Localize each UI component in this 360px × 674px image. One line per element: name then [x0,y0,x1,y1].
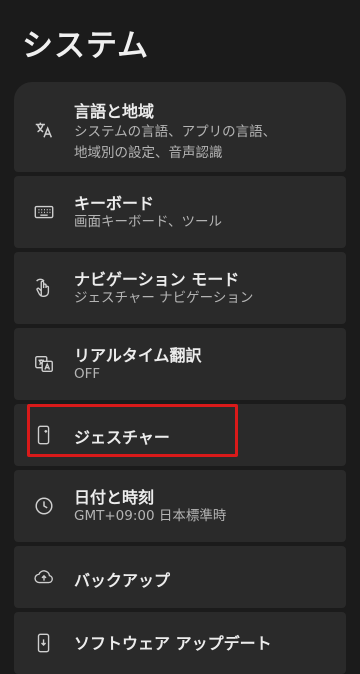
item-title: ソフトウェア アップデート [74,634,272,653]
item-title: 日付と時刻 [74,488,155,507]
item-title: リアルタイム翻訳 [74,346,202,365]
settings-item-date-time[interactable]: 日付と時刻 GMT+09:00 日本標準時 [14,470,346,542]
system-update-icon [32,631,56,655]
keyboard-icon [32,200,56,224]
settings-item-language-region[interactable]: 言語と地域 システムの言語、アプリの言語、 地域別の設定、音声認識 [14,82,346,172]
translate-icon [32,118,56,142]
settings-item-gestures[interactable]: ジェスチャー [14,404,346,466]
item-subtitle: ジェスチャー ナビゲーション [74,290,254,306]
item-subtitle: OFF [74,366,101,382]
phone-gesture-icon [32,423,56,447]
settings-item-software-update[interactable]: ソフトウェア アップデート [14,612,346,674]
item-subtitle: 画面キーボード、ツール [74,214,222,230]
item-title: ナビゲーション モード [74,270,240,289]
item-title: ジェスチャー [74,428,170,447]
settings-item-live-translate[interactable]: リアルタイム翻訳 OFF [14,328,346,400]
item-title: 言語と地域 [74,102,155,121]
page-title: システム [22,28,150,64]
clock-icon [32,494,56,518]
item-title: バックアップ [74,571,171,590]
gesture-hand-icon [32,276,56,300]
settings-item-navigation-mode[interactable]: ナビゲーション モード ジェスチャー ナビゲーション [14,252,346,324]
live-translate-icon [32,352,56,376]
item-subtitle: GMT+09:00 日本標準時 [74,508,227,524]
settings-item-keyboard[interactable]: キーボード 画面キーボード、ツール [14,176,346,248]
settings-item-backup[interactable]: バックアップ [14,546,346,608]
item-subtitle: システムの言語、アプリの言語、 地域別の設定、音声認識 [74,124,277,161]
cloud-upload-icon [32,565,56,589]
item-title: キーボード [74,194,155,213]
